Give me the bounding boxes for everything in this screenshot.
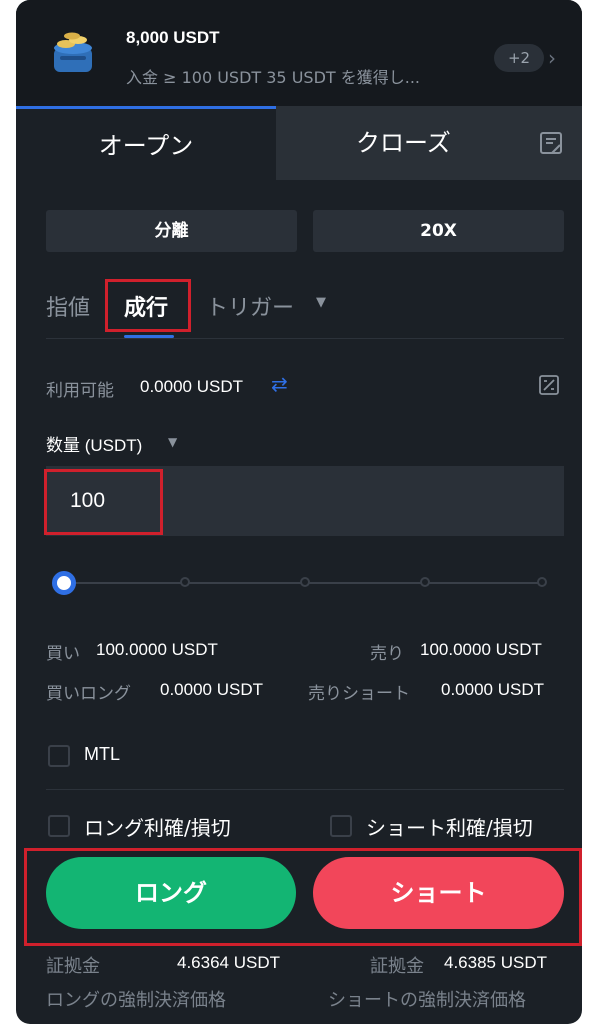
available-value: 0.0000 USDT [140, 377, 243, 396]
calculator-icon[interactable] [538, 374, 560, 396]
short-liquidation-label: ショートの強制決済価格 [328, 990, 526, 1011]
quantity-label[interactable]: 数量 (USDT) [46, 431, 142, 456]
long-margin-label: 証拠金 [46, 956, 100, 977]
margin-mode-button[interactable]: 分離 [46, 210, 297, 252]
transfer-icon[interactable]: ⇄ [271, 372, 288, 397]
leverage-button[interactable]: 20X [313, 210, 564, 252]
long-tpsl-label[interactable]: ロング利確/損切 [84, 812, 231, 841]
order-type-trigger[interactable]: トリガー [206, 290, 294, 322]
promo-banner[interactable]: 8,000 USDT 入金 ≥ 100 USDT 35 USDT を獲得し...… [16, 0, 582, 106]
available-label: 利用可能 [46, 381, 114, 401]
promo-description: 入金 ≥ 100 USDT 35 USDT を獲得し... [126, 68, 421, 87]
slider-node-75[interactable] [420, 577, 430, 587]
promo-amount: 8,000 USDT [126, 28, 220, 47]
sell-label: 売り [370, 644, 404, 664]
slider-node-25[interactable] [180, 577, 190, 587]
quantity-slider-handle[interactable] [52, 571, 76, 595]
coin-stack-icon [54, 32, 92, 72]
sell-value: 100.0000 USDT [420, 640, 542, 659]
mtl-checkbox[interactable] [48, 745, 70, 767]
slider-node-50[interactable] [300, 577, 310, 587]
position-tabs: オープン クローズ [16, 106, 582, 180]
mtl-label[interactable]: MTL [84, 744, 120, 765]
highlight-market [105, 279, 191, 332]
long-margin-value: 4.6364 USDT [177, 953, 280, 972]
short-margin-label: 証拠金 [370, 956, 424, 977]
divider [46, 338, 564, 339]
trigger-dropdown-icon[interactable]: ▼ [316, 295, 326, 310]
long-tpsl-checkbox[interactable] [48, 815, 70, 837]
screenshot-frame: 8,000 USDT 入金 ≥ 100 USDT 35 USDT を獲得し...… [0, 0, 595, 1024]
buy-long-value: 0.0000 USDT [160, 680, 263, 699]
short-tpsl-checkbox[interactable] [330, 815, 352, 837]
sell-short-label: 売りショート [308, 684, 410, 704]
buy-value: 100.0000 USDT [96, 640, 218, 659]
divider [46, 789, 564, 790]
chevron-right-icon[interactable]: › [548, 46, 556, 70]
buy-long-label: 買いロング [46, 684, 131, 704]
highlight-quantity [44, 469, 163, 535]
tab-close-label: クローズ [356, 129, 451, 157]
document-icon[interactable] [538, 130, 564, 156]
slider-node-100[interactable] [537, 577, 547, 587]
sell-short-value: 0.0000 USDT [441, 680, 544, 699]
highlight-actions [24, 848, 582, 946]
short-margin-value: 4.6385 USDT [444, 953, 547, 972]
tab-close[interactable]: クローズ [276, 106, 582, 180]
buy-label: 買い [46, 644, 80, 664]
promo-count-badge[interactable]: +2 [494, 44, 544, 72]
order-type-limit[interactable]: 指値 [46, 290, 90, 322]
short-tpsl-label[interactable]: ショート利確/損切 [366, 812, 533, 841]
long-liquidation-label: ロングの強制決済価格 [46, 990, 226, 1011]
quantity-unit-dropdown-icon[interactable]: ▼ [168, 435, 177, 449]
tab-open[interactable]: オープン [16, 106, 276, 180]
